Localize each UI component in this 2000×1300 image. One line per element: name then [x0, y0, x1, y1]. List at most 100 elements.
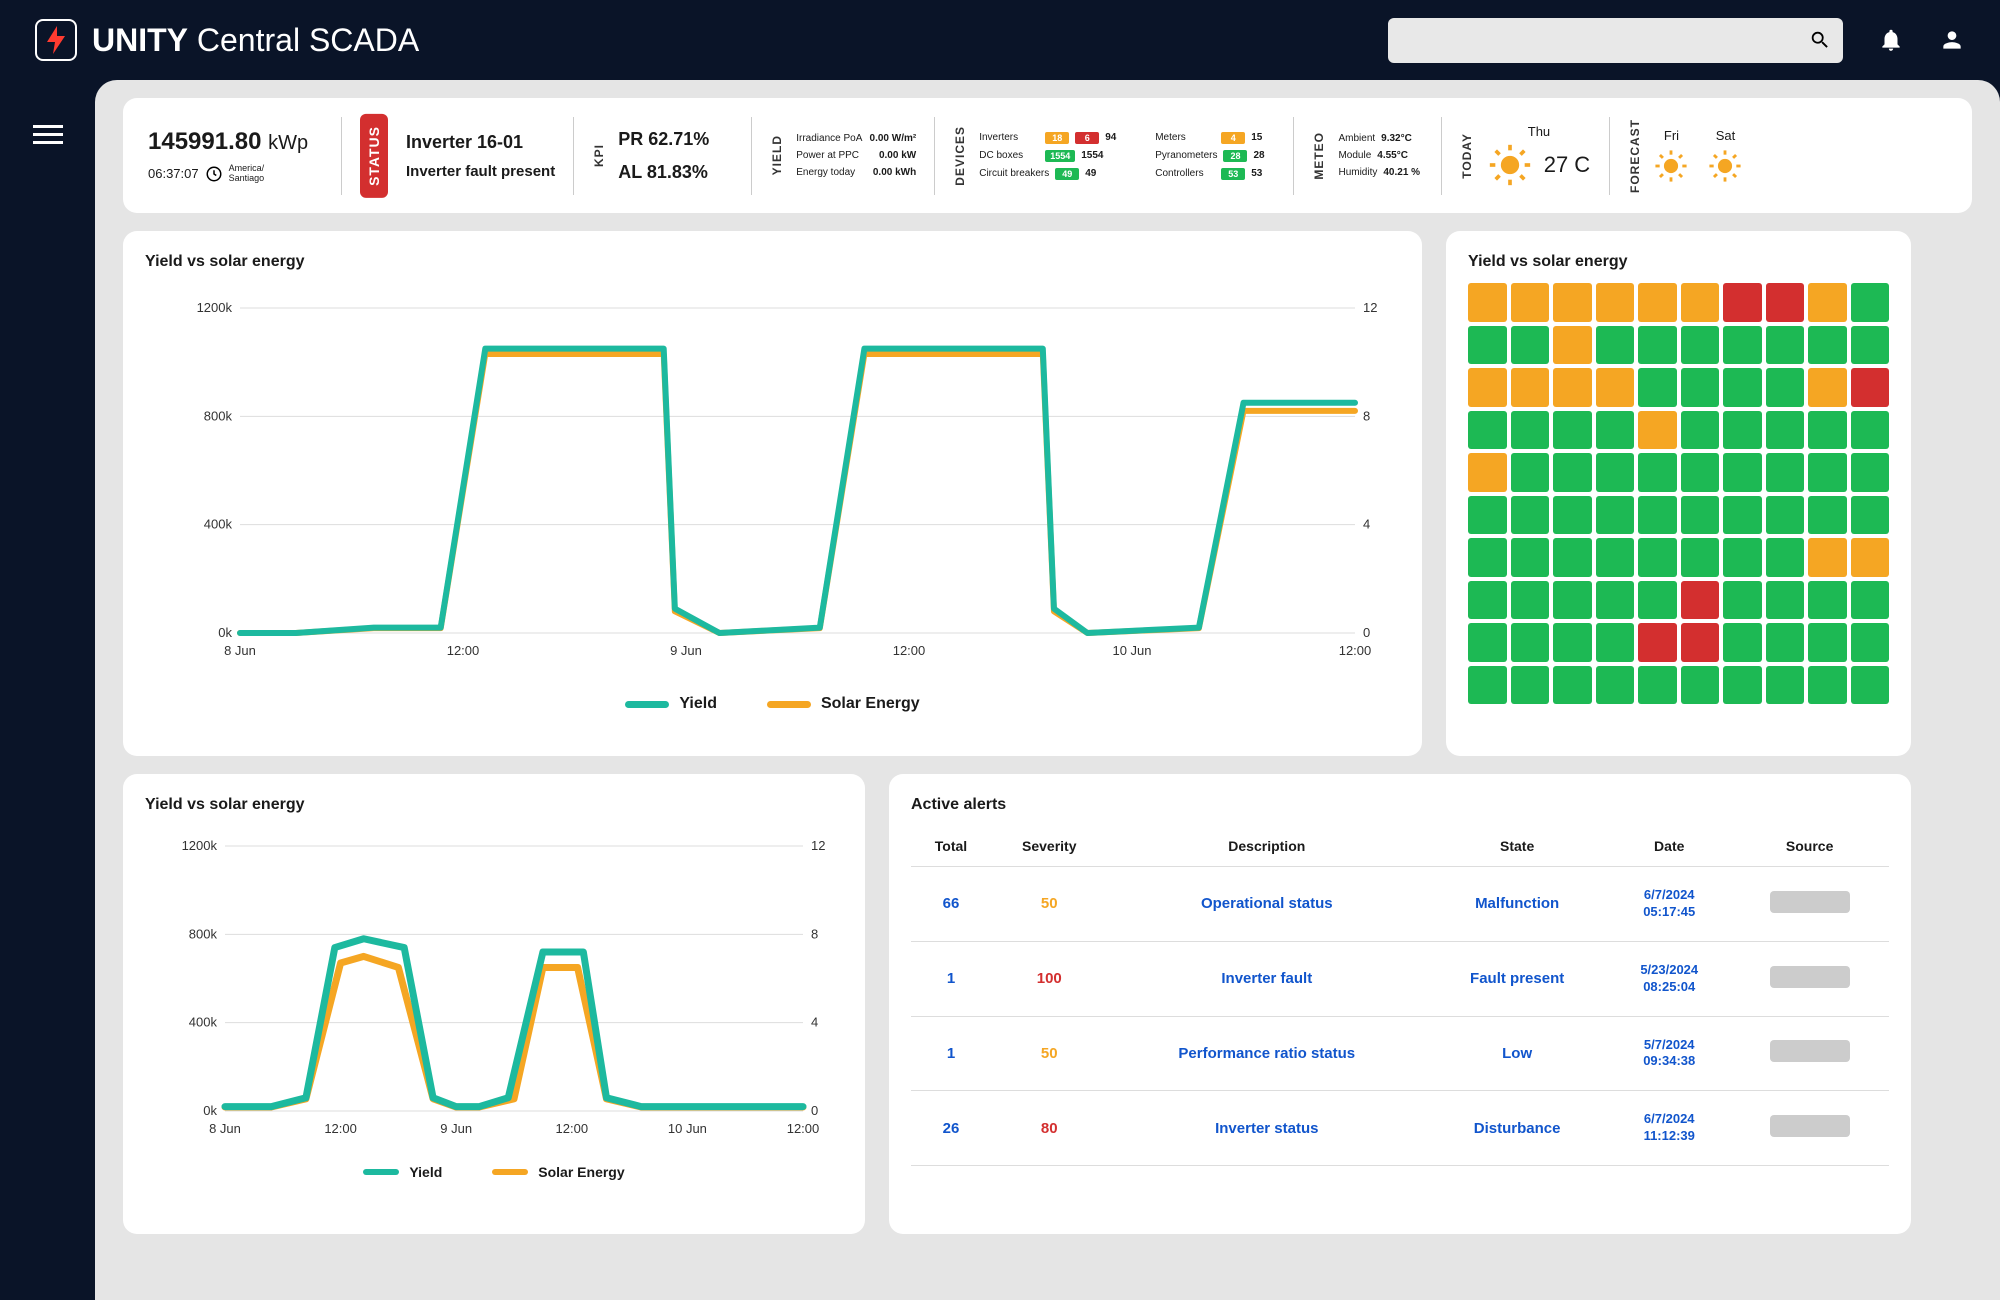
- heatmap-cell[interactable]: [1681, 538, 1720, 577]
- heatmap-cell[interactable]: [1808, 581, 1847, 620]
- heatmap-cell[interactable]: [1723, 496, 1762, 535]
- heatmap-cell[interactable]: [1808, 538, 1847, 577]
- heatmap-cell[interactable]: [1638, 411, 1677, 450]
- bell-icon[interactable]: [1878, 27, 1904, 53]
- search-box[interactable]: [1388, 18, 1843, 63]
- heatmap-cell[interactable]: [1851, 453, 1890, 492]
- heatmap-cell[interactable]: [1851, 283, 1890, 322]
- heatmap-cell[interactable]: [1638, 326, 1677, 365]
- heatmap-cell[interactable]: [1766, 666, 1805, 705]
- heatmap-cell[interactable]: [1638, 538, 1677, 577]
- heatmap-cell[interactable]: [1596, 283, 1635, 322]
- heatmap-cell[interactable]: [1553, 666, 1592, 705]
- heatmap-cell[interactable]: [1681, 283, 1720, 322]
- heatmap-cell[interactable]: [1681, 581, 1720, 620]
- heatmap-cell[interactable]: [1723, 453, 1762, 492]
- alert-row[interactable]: 66 50 Operational status Malfunction 6/7…: [911, 867, 1889, 942]
- heatmap-cell[interactable]: [1808, 666, 1847, 705]
- heatmap-cell[interactable]: [1553, 283, 1592, 322]
- heatmap-cell[interactable]: [1553, 368, 1592, 407]
- heatmap-cell[interactable]: [1596, 368, 1635, 407]
- heatmap-cell[interactable]: [1596, 411, 1635, 450]
- heatmap-cell[interactable]: [1468, 623, 1507, 662]
- heatmap-cell[interactable]: [1553, 538, 1592, 577]
- heatmap-cell[interactable]: [1468, 283, 1507, 322]
- heatmap-cell[interactable]: [1511, 538, 1550, 577]
- heatmap-cell[interactable]: [1851, 496, 1890, 535]
- heatmap-cell[interactable]: [1681, 496, 1720, 535]
- heatmap-cell[interactable]: [1766, 453, 1805, 492]
- heatmap-cell[interactable]: [1851, 538, 1890, 577]
- heatmap-cell[interactable]: [1596, 538, 1635, 577]
- heatmap-cell[interactable]: [1638, 666, 1677, 705]
- heatmap-cell[interactable]: [1808, 623, 1847, 662]
- heatmap-cell[interactable]: [1681, 368, 1720, 407]
- heatmap-cell[interactable]: [1596, 666, 1635, 705]
- heatmap-cell[interactable]: [1553, 581, 1592, 620]
- heatmap-cell[interactable]: [1553, 496, 1592, 535]
- heatmap-cell[interactable]: [1511, 283, 1550, 322]
- heatmap-cell[interactable]: [1808, 496, 1847, 535]
- heatmap-cell[interactable]: [1511, 666, 1550, 705]
- heatmap-cell[interactable]: [1851, 623, 1890, 662]
- heatmap-cell[interactable]: [1766, 496, 1805, 535]
- heatmap-cell[interactable]: [1511, 368, 1550, 407]
- heatmap-cell[interactable]: [1638, 368, 1677, 407]
- heatmap-cell[interactable]: [1468, 411, 1507, 450]
- heatmap-cell[interactable]: [1808, 283, 1847, 322]
- heatmap-cell[interactable]: [1851, 581, 1890, 620]
- heatmap-cell[interactable]: [1511, 581, 1550, 620]
- heatmap-cell[interactable]: [1723, 326, 1762, 365]
- heatmap-cell[interactable]: [1681, 411, 1720, 450]
- heatmap-cell[interactable]: [1596, 623, 1635, 662]
- heatmap-cell[interactable]: [1681, 453, 1720, 492]
- heatmap-cell[interactable]: [1596, 453, 1635, 492]
- heatmap-cell[interactable]: [1808, 453, 1847, 492]
- heatmap-cell[interactable]: [1553, 623, 1592, 662]
- heatmap-cell[interactable]: [1851, 411, 1890, 450]
- heatmap-cell[interactable]: [1468, 538, 1507, 577]
- menu-button[interactable]: [33, 125, 63, 1300]
- heatmap-cell[interactable]: [1553, 411, 1592, 450]
- heatmap-cell[interactable]: [1553, 326, 1592, 365]
- user-icon[interactable]: [1939, 27, 1965, 53]
- heatmap-cell[interactable]: [1511, 453, 1550, 492]
- heatmap-cell[interactable]: [1638, 453, 1677, 492]
- heatmap-cell[interactable]: [1723, 581, 1762, 620]
- search-input[interactable]: [1400, 31, 1809, 49]
- heatmap-cell[interactable]: [1468, 581, 1507, 620]
- heatmap-cell[interactable]: [1638, 496, 1677, 535]
- heatmap-cell[interactable]: [1681, 623, 1720, 662]
- alert-row[interactable]: 1 50 Performance ratio status Low 5/7/20…: [911, 1016, 1889, 1091]
- heatmap-cell[interactable]: [1723, 411, 1762, 450]
- heatmap-cell[interactable]: [1808, 326, 1847, 365]
- heatmap-cell[interactable]: [1468, 496, 1507, 535]
- heatmap-cell[interactable]: [1808, 368, 1847, 407]
- heatmap-cell[interactable]: [1596, 496, 1635, 535]
- heatmap-cell[interactable]: [1553, 453, 1592, 492]
- heatmap-cell[interactable]: [1723, 538, 1762, 577]
- heatmap-cell[interactable]: [1851, 666, 1890, 705]
- heatmap-cell[interactable]: [1468, 453, 1507, 492]
- heatmap-cell[interactable]: [1511, 411, 1550, 450]
- heatmap-cell[interactable]: [1468, 326, 1507, 365]
- search-icon[interactable]: [1809, 29, 1831, 51]
- alert-row[interactable]: 26 80 Inverter status Disturbance 6/7/20…: [911, 1091, 1889, 1166]
- heatmap-cell[interactable]: [1766, 411, 1805, 450]
- heatmap-cell[interactable]: [1766, 581, 1805, 620]
- heatmap-cell[interactable]: [1681, 666, 1720, 705]
- alert-row[interactable]: 1 100 Inverter fault Fault present 5/23/…: [911, 941, 1889, 1016]
- heatmap-cell[interactable]: [1723, 666, 1762, 705]
- heatmap-cell[interactable]: [1766, 538, 1805, 577]
- heatmap-cell[interactable]: [1638, 581, 1677, 620]
- heatmap-cell[interactable]: [1723, 368, 1762, 407]
- heatmap-cell[interactable]: [1723, 283, 1762, 322]
- heatmap-cell[interactable]: [1766, 326, 1805, 365]
- heatmap-cell[interactable]: [1723, 623, 1762, 662]
- heatmap-cell[interactable]: [1511, 326, 1550, 365]
- heatmap-cell[interactable]: [1808, 411, 1847, 450]
- heatmap-cell[interactable]: [1681, 326, 1720, 365]
- heatmap-cell[interactable]: [1766, 623, 1805, 662]
- heatmap-cell[interactable]: [1766, 368, 1805, 407]
- heatmap-cell[interactable]: [1638, 283, 1677, 322]
